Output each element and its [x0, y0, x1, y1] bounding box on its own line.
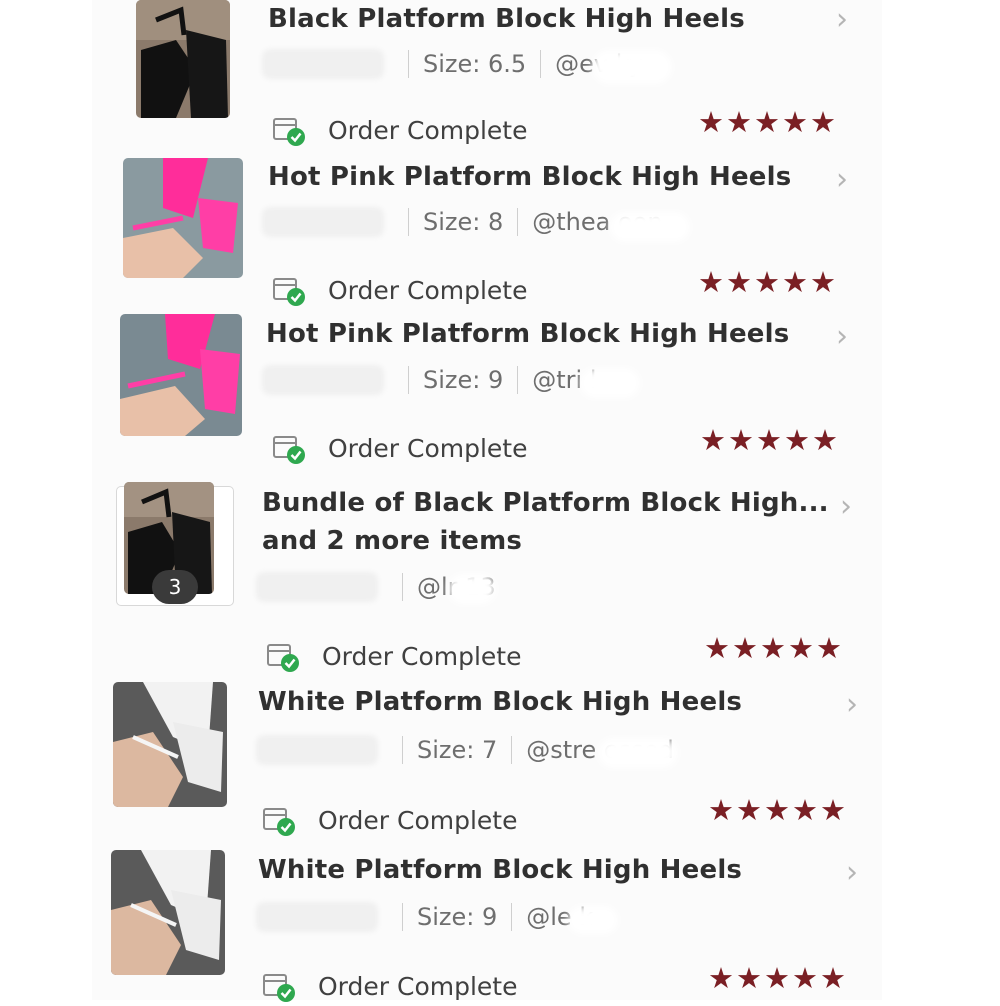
- product-thumbnail[interactable]: [136, 0, 230, 118]
- redaction-smudge: [598, 738, 678, 768]
- product-title[interactable]: White Platform Block High Heels: [258, 851, 742, 889]
- redaction-smudge: [568, 906, 618, 934]
- product-title[interactable]: White Platform Block High Heels: [258, 683, 742, 721]
- order-status: Order Complete: [272, 428, 527, 468]
- chevron-right-icon[interactable]: ›: [846, 690, 858, 720]
- rating-stars: ★★★★★: [708, 793, 848, 827]
- size-label: Size: 7: [417, 736, 498, 764]
- order-meta: Size: 8 @thea oon: [262, 202, 663, 242]
- size-label: Size: 6.5: [423, 50, 527, 78]
- rating-stars: ★★★★★: [698, 105, 838, 139]
- status-text: Order Complete: [328, 275, 528, 305]
- product-title[interactable]: Bundle of Black Platform Block High...: [262, 484, 829, 522]
- product-subtitle: and 2 more items: [262, 526, 523, 556]
- status-text: Order Complete: [318, 971, 518, 1001]
- price-redacted: [262, 207, 384, 237]
- order-status: Order Complete: [266, 636, 521, 676]
- product-thumbnail[interactable]: [111, 850, 225, 975]
- white-heels-image: [111, 850, 225, 975]
- price-redacted: [256, 735, 378, 765]
- white-heels-image: [113, 682, 227, 807]
- order-complete-icon: [262, 969, 296, 1003]
- price-redacted: [262, 365, 384, 395]
- price-redacted: [256, 572, 378, 602]
- status-text: Order Complete: [328, 433, 528, 463]
- chevron-right-icon[interactable]: ›: [840, 492, 852, 522]
- status-text: Order Complete: [318, 805, 518, 835]
- redaction-smudge: [448, 574, 496, 604]
- chevron-right-icon[interactable]: ›: [836, 5, 848, 35]
- rating-stars: ★★★★★: [704, 631, 844, 665]
- status-text: Order Complete: [328, 115, 528, 145]
- size-label: Size: 9: [417, 903, 498, 931]
- redaction-smudge: [610, 212, 690, 242]
- product-thumbnail[interactable]: [123, 158, 243, 278]
- order-status: Order Complete: [272, 110, 527, 150]
- redaction-smudge: [592, 50, 672, 84]
- order-meta: Size: 9 @tri l: [262, 360, 597, 400]
- status-text: Order Complete: [322, 641, 522, 671]
- product-title[interactable]: Black Platform Block High Heels: [268, 0, 745, 38]
- chevron-right-icon[interactable]: ›: [836, 322, 848, 352]
- price-redacted: [256, 902, 378, 932]
- product-thumbnail[interactable]: [120, 314, 242, 436]
- product-thumbnail[interactable]: [113, 682, 227, 807]
- purchase-history-screen: { "orders": [ { "title": "Black Platform…: [0, 0, 1000, 1002]
- order-status: Order Complete: [262, 966, 517, 1006]
- order-complete-icon: [272, 113, 306, 147]
- chevron-right-icon[interactable]: ›: [846, 858, 858, 888]
- order-status: Order Complete: [272, 270, 527, 310]
- bundle-count-badge: 3: [152, 570, 198, 604]
- black-heels-image: [136, 0, 230, 118]
- pink-heels-image: [120, 314, 242, 436]
- chevron-right-icon[interactable]: ›: [836, 165, 848, 195]
- product-title[interactable]: Hot Pink Platform Block High Heels: [266, 315, 789, 353]
- size-label: Size: 8: [423, 208, 504, 236]
- rating-stars: ★★★★★: [708, 961, 848, 995]
- order-status: Order Complete: [262, 800, 517, 840]
- redaction-smudge: [580, 368, 640, 398]
- order-meta: Size: 9 @le k: [256, 897, 593, 937]
- order-complete-icon: [262, 803, 296, 837]
- order-meta: Size: 6.5 @ev ky: [262, 44, 643, 84]
- order-complete-icon: [272, 431, 306, 465]
- order-complete-icon: [272, 273, 306, 307]
- order-complete-icon: [266, 639, 300, 673]
- rating-stars: ★★★★★: [698, 265, 838, 299]
- size-label: Size: 9: [423, 366, 504, 394]
- rating-stars: ★★★★★: [700, 423, 840, 457]
- price-redacted: [262, 49, 384, 79]
- pink-heels-image: [123, 158, 243, 278]
- product-title[interactable]: Hot Pink Platform Block High Heels: [268, 158, 791, 196]
